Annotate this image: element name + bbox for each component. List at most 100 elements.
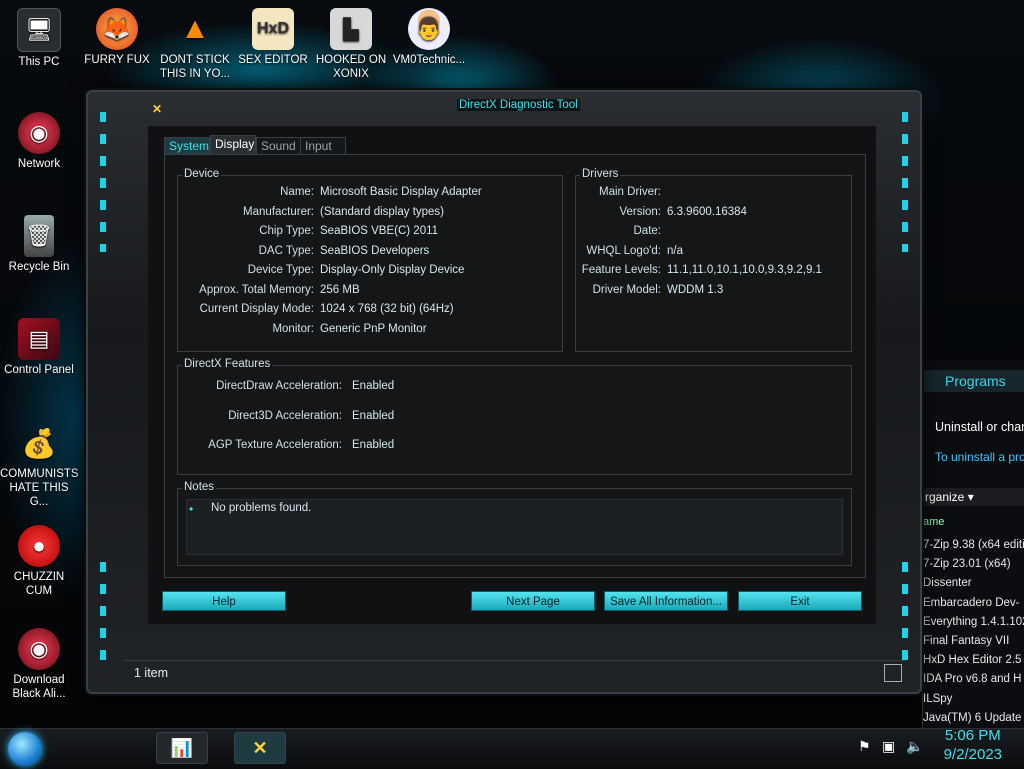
field-label: Approx. Total Memory: bbox=[199, 283, 314, 296]
chuzzle-icon: ● bbox=[18, 525, 60, 567]
field-label: Chip Type: bbox=[259, 225, 314, 237]
tab-sound[interactable]: Sound bbox=[256, 137, 304, 154]
field-value: Display-Only Display Device bbox=[320, 264, 465, 276]
field-label: Monitor: bbox=[272, 322, 314, 335]
field-label: WHQL Logo'd: bbox=[586, 244, 661, 257]
directx-icon: ✕ bbox=[152, 102, 163, 116]
frame-led-strip bbox=[902, 112, 908, 252]
list-item[interactable]: ILSpy bbox=[923, 690, 1024, 709]
field-value: Microsoft Basic Display Adapter bbox=[320, 186, 482, 198]
exit-button[interactable]: Exit bbox=[738, 591, 862, 611]
frame-led-strip bbox=[100, 112, 106, 252]
tab-input[interactable]: Input bbox=[300, 137, 346, 154]
field-label: Driver Model: bbox=[592, 283, 661, 296]
field-label: Direct3D Acceleration: bbox=[228, 409, 342, 422]
field-value: 1024 x 768 (32 bit) (64Hz) bbox=[320, 303, 454, 315]
alien-icon: ◉ bbox=[18, 628, 60, 670]
status-bar: 1 item bbox=[124, 660, 906, 685]
field-value: 11.1,11.0,10.1,10.0,9.3,9.2,9.1 bbox=[667, 264, 822, 276]
view-toggle-icon[interactable] bbox=[884, 664, 902, 682]
field-label: Feature Levels: bbox=[581, 264, 661, 276]
start-button[interactable] bbox=[8, 732, 42, 766]
field-value: Generic PnP Monitor bbox=[320, 322, 427, 335]
desktop-icon-control-panel[interactable]: ▤ Control Panel bbox=[0, 318, 78, 377]
tab-display[interactable]: Display bbox=[210, 135, 256, 154]
desktop-icon-communists[interactable]: 💰 COMMUNISTS HATE THIS G... bbox=[0, 422, 79, 509]
field-label: Name: bbox=[280, 186, 314, 198]
field-label: Device Type: bbox=[247, 264, 314, 276]
field-value: n/a bbox=[667, 244, 683, 257]
drivers-group: Drivers Main Driver: Version: 6.3.9600.163… bbox=[575, 168, 852, 352]
firefox-icon: 🦊 bbox=[96, 8, 138, 50]
directx-features-title: DirectX Features bbox=[182, 358, 273, 370]
desktop-icon-hooked-on-xonix[interactable]: ▙ HOOKED ON XONIX bbox=[312, 8, 390, 81]
desktop-icon-network[interactable]: ◉ Network bbox=[0, 112, 78, 171]
desktop-icon-recycle-bin[interactable]: 🗑 Recycle Bin bbox=[0, 215, 78, 274]
desktop-icon-vlc[interactable]: ▲ DONT STICK THIS IN YO... bbox=[156, 8, 234, 81]
device-group-title: Device bbox=[182, 168, 222, 180]
list-item[interactable]: Java(TM) 6 Update bbox=[923, 709, 1024, 728]
tab-system[interactable]: System bbox=[164, 137, 210, 154]
list-item[interactable]: Everything 1.4.1.1024 bbox=[923, 613, 1024, 632]
vlc-icon: ▲ bbox=[180, 12, 210, 45]
desktop-icon-black-alien[interactable]: ◉ Download Black Ali... bbox=[0, 628, 78, 701]
notes-box[interactable]: • No problems found. bbox=[186, 499, 843, 555]
computer-icon: 🖥 bbox=[17, 8, 61, 52]
save-all-information-button[interactable]: Save All Information... bbox=[604, 591, 728, 611]
field-label: Date: bbox=[633, 225, 662, 237]
programs-window: Programs Uninstall or chan To uninstall … bbox=[922, 360, 1024, 730]
desktop-icon-chuzzin-cum[interactable]: ● CHUZZIN CUM bbox=[0, 525, 78, 598]
directx-features-group: DirectX Features DirectDraw Acceleration… bbox=[177, 358, 852, 475]
field-value: WDDM 1.3 bbox=[667, 283, 724, 296]
network-tray-icon[interactable]: ▣ bbox=[882, 738, 895, 755]
flag-icon[interactable]: ⚑ bbox=[858, 738, 871, 755]
field-label: Manufacturer: bbox=[243, 205, 314, 218]
uninstall-heading: Uninstall or chan bbox=[935, 420, 1024, 434]
volume-icon[interactable]: 🔈 bbox=[906, 738, 923, 755]
field-value: SeaBIOS Developers bbox=[320, 244, 430, 257]
desktop-icon-vm0technic[interactable]: 👨 VM0Technic... bbox=[390, 8, 468, 67]
network-icon: ◉ bbox=[18, 112, 60, 154]
field-label: Version: bbox=[619, 205, 661, 218]
device-group: Device Name: Microsoft Basic Display Adap… bbox=[177, 168, 563, 352]
window-title: DirectX Diagnostic Tool bbox=[457, 99, 580, 111]
taskbar-clock[interactable]: 5:06 PM 9/2/2023 bbox=[944, 726, 1002, 764]
recycle-bin-icon: 🗑 bbox=[24, 215, 54, 257]
money-bag-icon: 💰 bbox=[21, 427, 57, 459]
desktop-icon-sex-editor[interactable]: HxD SEX EDITOR bbox=[234, 8, 312, 67]
display-tab-panel: Device Name: Microsoft Basic Display Adap… bbox=[164, 154, 866, 578]
uninstall-hint: To uninstall a pro bbox=[935, 450, 1024, 464]
field-value: 256 MB bbox=[320, 283, 360, 296]
list-item[interactable]: Final Fantasy VII bbox=[923, 632, 1024, 651]
organize-button[interactable]: rganize ▾ bbox=[923, 488, 1024, 506]
name-column-header[interactable]: ame bbox=[923, 516, 944, 528]
field-label: AGP Texture Acceleration: bbox=[208, 439, 342, 451]
programs-breadcrumb[interactable]: Programs bbox=[923, 370, 1024, 392]
list-item[interactable]: 7-Zip 23.01 (x64) bbox=[923, 555, 1024, 574]
notes-group: Notes • No problems found. bbox=[177, 481, 852, 566]
game-icon: ▙ bbox=[330, 8, 372, 50]
taskbar-explorer-icon[interactable]: 📊 bbox=[156, 732, 208, 764]
taskbar-directx-icon[interactable]: ✕ bbox=[234, 732, 286, 764]
program-list: 7-Zip 9.38 (x64 editi 7-Zip 23.01 (x64) … bbox=[923, 536, 1024, 728]
hxd-icon: HxD bbox=[252, 8, 294, 50]
desktop-icon-furry-fux[interactable]: 🦊 FURRY FUX bbox=[78, 8, 156, 67]
frame-led-strip bbox=[902, 562, 908, 672]
field-value: Enabled bbox=[352, 380, 395, 392]
field-label: Main Driver: bbox=[599, 186, 661, 198]
desktop-icon-this-pc[interactable]: 🖥 This PC bbox=[0, 8, 78, 69]
help-button[interactable]: Help bbox=[162, 591, 286, 611]
clock-date: 9/2/2023 bbox=[943, 746, 1002, 763]
field-label: DirectDraw Acceleration: bbox=[216, 380, 342, 392]
bullet-icon: • bbox=[189, 502, 194, 516]
list-item[interactable]: 7-Zip 9.38 (x64 editi bbox=[923, 536, 1024, 555]
list-item[interactable]: IDA Pro v6.8 and H bbox=[923, 670, 1024, 689]
notes-group-title: Notes bbox=[182, 481, 217, 493]
list-item[interactable]: Dissenter bbox=[923, 574, 1024, 593]
drivers-group-title: Drivers bbox=[580, 168, 621, 180]
list-item[interactable]: Embarcadero Dev- bbox=[923, 594, 1024, 613]
clock-time: 5:06 PM bbox=[944, 727, 1001, 744]
list-item[interactable]: HxD Hex Editor 2.5 bbox=[923, 651, 1024, 670]
field-label: DAC Type: bbox=[258, 244, 314, 257]
next-page-button[interactable]: Next Page bbox=[471, 591, 595, 611]
